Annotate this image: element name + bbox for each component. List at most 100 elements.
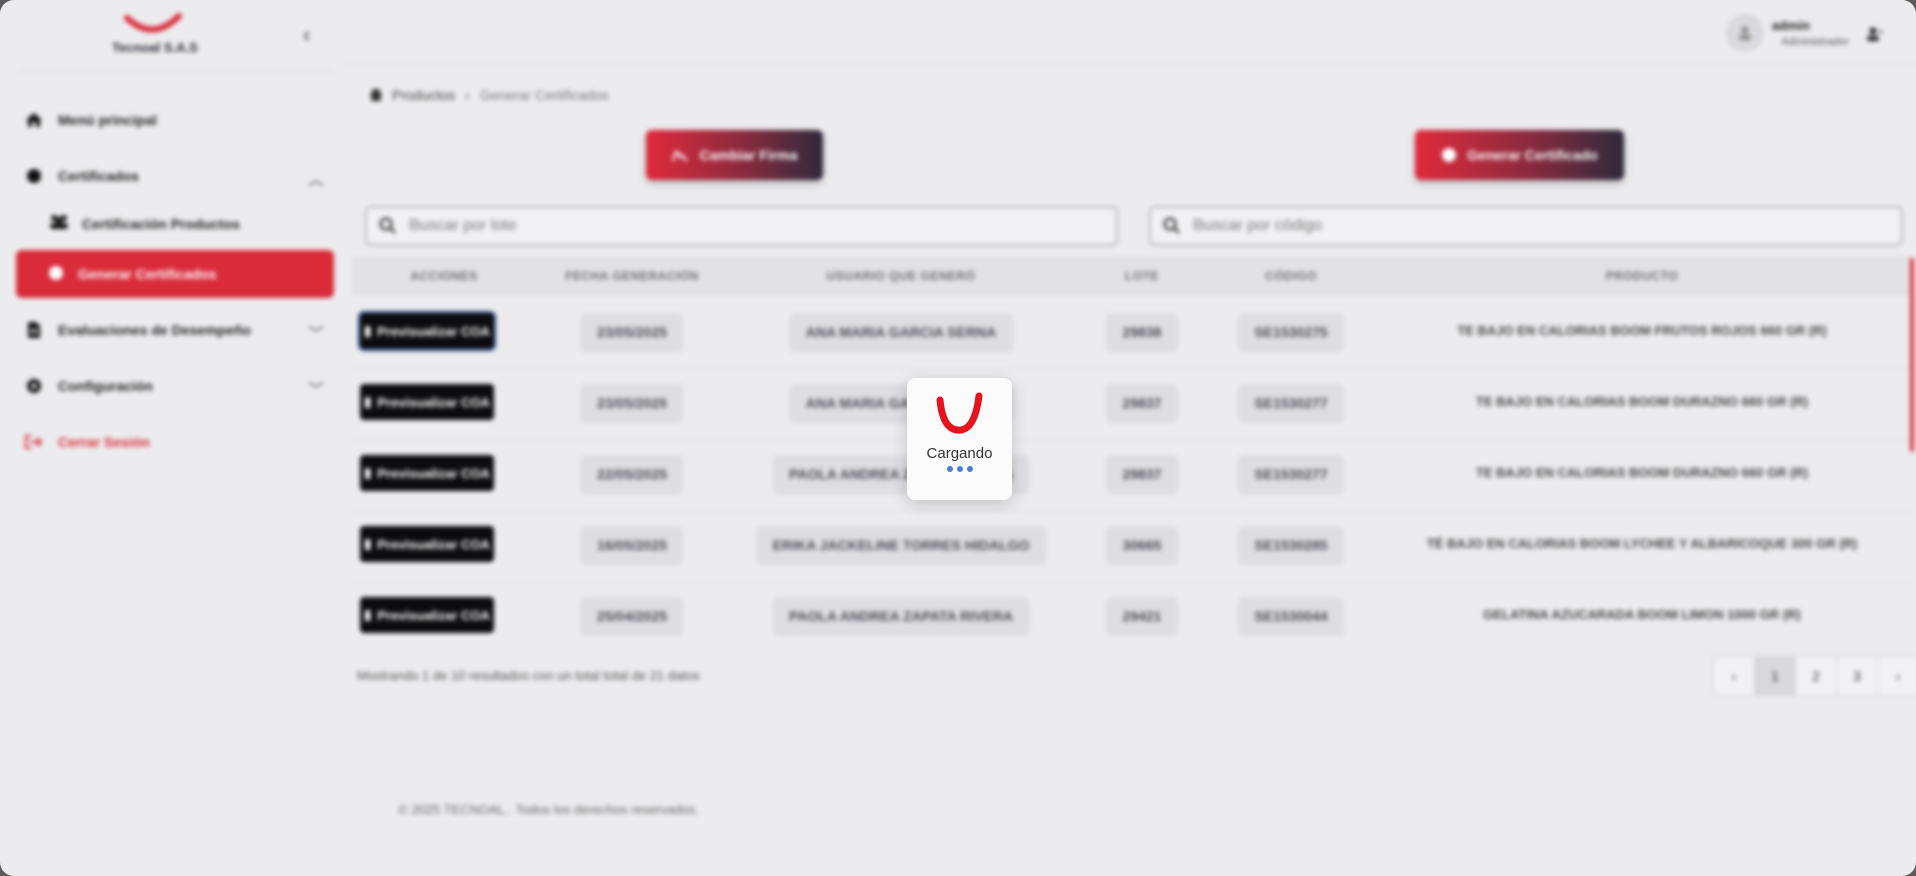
preview-coa-button[interactable]: ▮ Previsualizar COA <box>360 455 494 491</box>
table-row: ▮ Previsualizar COA 23/05/2025 ANA MARIA… <box>352 297 1912 369</box>
sidebar-item-label: Generar Certificados <box>78 266 217 282</box>
user-cell: ANA MARIA GARCIA SERNA <box>789 313 1013 351</box>
lot-search-input[interactable]: Buscar por lote <box>365 206 1118 246</box>
code-cell: SE1530277 <box>1238 384 1344 422</box>
table-row: ▮ Previsualizar COA 16/05/2025 ERIKA JAC… <box>352 510 1912 582</box>
column-header: LOTE <box>1125 269 1159 283</box>
search-icon <box>379 217 396 234</box>
table-header: ACCIONES FECHA GENERACIÓN USUARIO QUE GE… <box>352 256 1912 296</box>
product-cell: TE BAJO EN CALORIAS BOOM FRUTOS ROJOS 66… <box>1457 323 1827 338</box>
footer-copyright: © 2025 TECNOAL.. Todos los derechos rese… <box>398 802 700 817</box>
smile-logo-icon <box>124 13 182 33</box>
dot <box>956 466 963 472</box>
preview-coa-button[interactable]: ▮ Previsualizar COA <box>360 597 494 633</box>
app-window: Tecnoal S.A.S ‹ Menú principal Certifica… <box>0 0 1916 876</box>
user-cell: ERIKA JACKELINE TORRES HIDALGO <box>756 526 1046 564</box>
date-cell: 22/05/2025 <box>580 455 684 493</box>
table-row: ▮ Previsualizar COA 25/04/2025 PAOLA AND… <box>352 581 1912 653</box>
breadcrumb: Productos › Generar Certificados <box>370 87 609 103</box>
sidebar-item-menu[interactable]: Menú principal <box>24 110 157 130</box>
sidebar-item-evaluaciones[interactable]: Evaluaciones de Desempeño <box>24 320 251 340</box>
product-cell: TÉ BAJO EN CALORIAS BOOM LYCHEE Y ALBARI… <box>1426 536 1858 551</box>
table-row: ▮ Previsualizar COA 22/05/2025 PAOLA AND… <box>352 439 1912 511</box>
button-label: Cambiar Firma <box>699 147 798 163</box>
product-cell: TE BAJO EN CALORIAS BOOM DURAZNO 660 GR … <box>1475 394 1809 409</box>
date-cell: 25/04/2025 <box>580 597 684 635</box>
code-cell: SE1530277 <box>1238 455 1344 493</box>
page-button-1[interactable]: 1 <box>1755 657 1796 695</box>
user-settings-icon[interactable] <box>1866 26 1884 47</box>
sidebar-item-certificados[interactable]: Certificados <box>24 166 139 186</box>
sidebar-item-label: Configuración <box>58 378 153 394</box>
page-button-2[interactable]: 2 <box>1796 657 1837 695</box>
chevron-down-icon[interactable]: ﹀ <box>308 376 324 400</box>
user-icon <box>1739 26 1751 40</box>
breadcrumb-current: Generar Certificados <box>479 87 609 103</box>
sidebar-item-label: Evaluaciones de Desempeño <box>58 322 251 338</box>
dot <box>966 466 973 472</box>
circle-icon <box>48 265 64 284</box>
code-cell: SE1530275 <box>1238 313 1344 351</box>
table-row: ▮ Previsualizar COA 23/05/2025 ANA MARIA… <box>352 368 1912 440</box>
code-cell: SE1530044 <box>1238 597 1344 635</box>
breadcrumb-parent[interactable]: Productos <box>392 87 455 103</box>
preview-coa-button[interactable]: ▮ Previsualizar COA <box>360 384 494 420</box>
loading-text: Cargando <box>926 445 993 462</box>
avatar[interactable] <box>1726 14 1764 52</box>
date-cell: 23/05/2025 <box>580 384 684 422</box>
loading-modal: Cargando <box>907 378 1012 500</box>
user-role: Administrador <box>1781 36 1849 48</box>
chevron-up-icon[interactable]: ︿ <box>308 166 324 190</box>
chevron-down-icon[interactable]: ﹀ <box>308 320 324 344</box>
user-cell: PAOLA ANDREA ZAPATA RIVERA <box>773 597 1029 635</box>
chevron-right-icon: › <box>465 87 470 103</box>
sidebar-item-label: Certificación Productos <box>82 215 240 232</box>
date-cell: 16/05/2025 <box>580 526 684 564</box>
lot-cell: 29421 <box>1106 597 1178 635</box>
clipboard-icon: ▮ <box>364 607 372 622</box>
dot <box>946 466 953 472</box>
document-icon <box>24 320 44 340</box>
brand-logo: Tecnoal S.A.S <box>100 12 210 55</box>
column-header: PRODUCTO <box>1605 269 1679 283</box>
sidebar-item-configuracion[interactable]: Configuración <box>24 376 153 396</box>
column-header: CÓDIGO <box>1265 269 1317 283</box>
gear-icon <box>24 376 44 396</box>
sidebar-item-certificacion-productos[interactable]: Certificación Productos <box>48 214 240 233</box>
sidebar-item-generar-certificados[interactable]: Generar Certificados <box>16 250 334 298</box>
search-icon <box>1163 217 1180 234</box>
pagination: ‹ 1 2 3 › <box>1713 656 1916 696</box>
results-summary: Mostrando 1 de 10 resultados con un tota… <box>357 668 700 683</box>
logout-icon <box>24 432 44 452</box>
sidebar-item-logout[interactable]: Cerrar Sesión <box>24 432 150 452</box>
circle-icon <box>1442 148 1457 162</box>
top-bar: admin Administrador <box>345 0 1916 65</box>
users-icon <box>48 214 70 233</box>
product-cell: TE BAJO EN CALORIAS BOOM DURAZNO 660 GR … <box>1475 465 1809 480</box>
prev-page-button[interactable]: ‹ <box>1714 657 1755 695</box>
clipboard-icon: ▮ <box>364 323 372 338</box>
lot-cell: 29838 <box>1106 313 1178 351</box>
lot-cell: 29837 <box>1106 384 1178 422</box>
preview-coa-button[interactable]: ▮ Previsualizar COA <box>358 311 496 351</box>
product-cell: GELATINA AZUCARADA BOOM LIMON 1000 GR (R… <box>1483 607 1801 622</box>
lot-search-placeholder: Buscar por lote <box>409 217 517 234</box>
sidebar-item-label: Certificados <box>58 168 139 184</box>
table-scrollbar[interactable] <box>1910 258 1914 452</box>
column-header: FECHA GENERACIÓN <box>565 269 699 283</box>
code-cell: SE1530285 <box>1238 526 1344 564</box>
code-search-input[interactable]: Buscar por código <box>1149 206 1903 246</box>
divider <box>18 70 333 71</box>
sidebar-item-label: Cerrar Sesión <box>58 434 150 450</box>
page-button-3[interactable]: 3 <box>1837 657 1878 695</box>
change-signature-button[interactable]: Cambiar Firma <box>646 130 823 180</box>
user-name: admin <box>1771 18 1810 33</box>
preview-coa-button[interactable]: ▮ Previsualizar COA <box>360 526 494 562</box>
generate-certificate-button[interactable]: Generar Certificado <box>1415 130 1624 180</box>
brand-name: Tecnoal S.A.S <box>112 40 198 55</box>
column-header: USUARIO QUE GENERÓ <box>826 269 976 283</box>
column-header: ACCIONES <box>410 269 478 283</box>
collapse-sidebar-button[interactable]: ‹ <box>303 22 310 48</box>
clipboard-icon: ▮ <box>364 394 372 409</box>
next-page-button[interactable]: › <box>1878 657 1916 695</box>
